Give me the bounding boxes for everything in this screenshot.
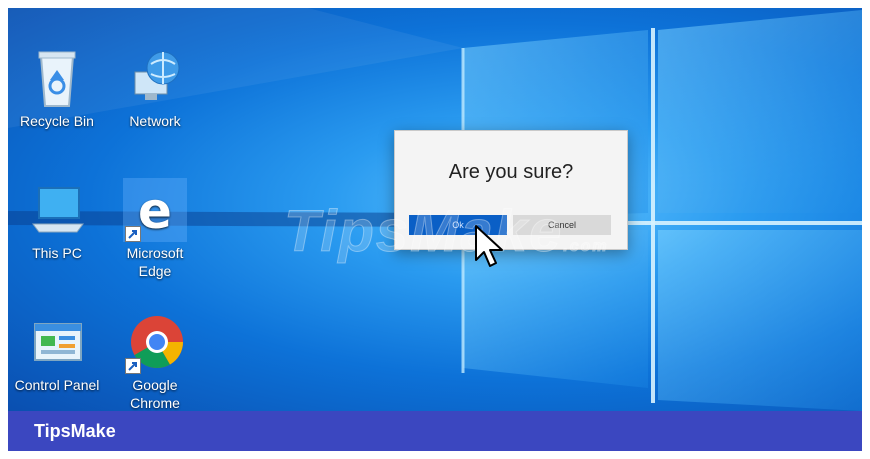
watermark-suffix: .com	[563, 238, 609, 256]
watermark: TipsMake.com	[283, 198, 609, 265]
chrome-glyph	[123, 310, 187, 374]
screenshot-frame: Recycle Bin Network This PC e Microsoft …	[8, 8, 862, 451]
watermark-text: TipsMake	[283, 199, 564, 265]
dialog-message: Are you sure?	[448, 161, 574, 183]
network-label: Network	[129, 113, 181, 129]
control-panel-glyph	[25, 310, 89, 374]
mouse-cursor-icon	[475, 225, 503, 267]
this-pc-icon[interactable]: This PC	[14, 178, 100, 262]
shortcut-arrow-icon	[125, 358, 141, 374]
google-chrome-label: Google Chrome	[130, 377, 180, 411]
edge-glyph: e	[123, 178, 187, 242]
this-pc-glyph	[25, 178, 89, 242]
control-panel-icon[interactable]: Control Panel	[14, 310, 100, 394]
desktop[interactable]: Recycle Bin Network This PC e Microsoft …	[8, 8, 862, 411]
microsoft-edge-icon[interactable]: e Microsoft Edge	[112, 178, 198, 280]
control-panel-label: Control Panel	[14, 377, 100, 393]
google-chrome-icon[interactable]: Google Chrome	[112, 310, 198, 411]
network-icon[interactable]: Network	[112, 46, 198, 130]
shortcut-arrow-icon	[125, 226, 141, 242]
this-pc-label: This PC	[32, 245, 82, 261]
recycle-bin-label: Recycle Bin	[20, 113, 94, 129]
recycle-bin-glyph	[25, 46, 89, 110]
footer-brand: TipsMake	[34, 421, 116, 441]
recycle-bin-icon[interactable]: Recycle Bin	[14, 46, 100, 130]
svg-text:e: e	[138, 182, 172, 240]
footer-banner: TipsMake	[8, 411, 862, 451]
microsoft-edge-label: Microsoft Edge	[126, 245, 184, 279]
network-glyph	[123, 46, 187, 110]
